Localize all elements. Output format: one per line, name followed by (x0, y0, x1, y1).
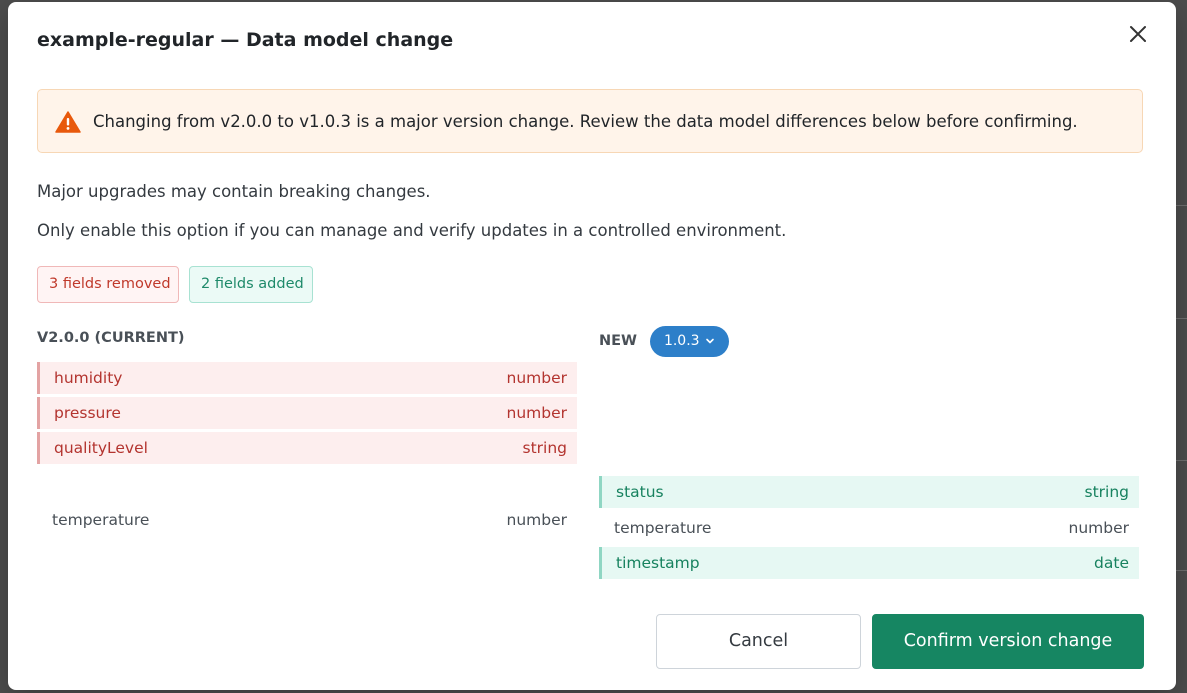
field-name: timestamp (616, 554, 700, 572)
field-type: number (506, 404, 568, 422)
field-row-removed: humidity number (37, 362, 577, 394)
field-row-unchanged: temperature number (599, 512, 1139, 544)
field-row-added: timestamp date (599, 547, 1139, 579)
confirm-version-change-button[interactable]: Confirm version change (872, 614, 1144, 669)
warning-alert: Changing from v2.0.0 to v1.0.3 is a majo… (37, 89, 1143, 153)
chevron-down-icon (706, 338, 714, 344)
warning-text: Changing from v2.0.0 to v1.0.3 is a majo… (93, 112, 1078, 131)
field-type: number (1068, 519, 1130, 537)
close-icon (1130, 26, 1146, 42)
field-type: number (506, 369, 568, 387)
field-type: string (1084, 483, 1130, 501)
field-type: number (506, 511, 568, 529)
field-name: temperature (52, 511, 150, 529)
current-version-heading: V2.0.0 (CURRENT) (37, 330, 185, 346)
new-version-heading: NEW (599, 333, 638, 349)
close-button[interactable] (1126, 22, 1150, 46)
version-select[interactable]: 1.0.3 (650, 326, 729, 357)
field-name: status (616, 483, 664, 501)
version-select-label: 1.0.3 (663, 333, 700, 349)
data-model-change-dialog: example-regular — Data model change Chan… (8, 2, 1176, 690)
field-row-removed: pressure number (37, 397, 577, 429)
breaking-changes-note: Major upgrades may contain breaking chan… (37, 182, 431, 201)
field-type: string (522, 439, 568, 457)
field-name: pressure (54, 404, 121, 422)
field-row-removed: qualityLevel string (37, 432, 577, 464)
field-name: temperature (614, 519, 712, 537)
controlled-environment-note: Only enable this option if you can manag… (37, 221, 787, 240)
field-name: qualityLevel (54, 439, 148, 457)
field-row-added: status string (599, 476, 1139, 508)
field-name: humidity (54, 369, 123, 387)
field-row-unchanged: temperature number (37, 504, 577, 536)
dialog-title: example-regular — Data model change (37, 29, 454, 51)
fields-removed-badge: 3 fields removed (37, 266, 179, 303)
cancel-button[interactable]: Cancel (656, 614, 861, 669)
fields-added-badge: 2 fields added (189, 266, 313, 303)
field-type: date (1094, 554, 1129, 572)
warning-triangle-icon (55, 111, 81, 133)
